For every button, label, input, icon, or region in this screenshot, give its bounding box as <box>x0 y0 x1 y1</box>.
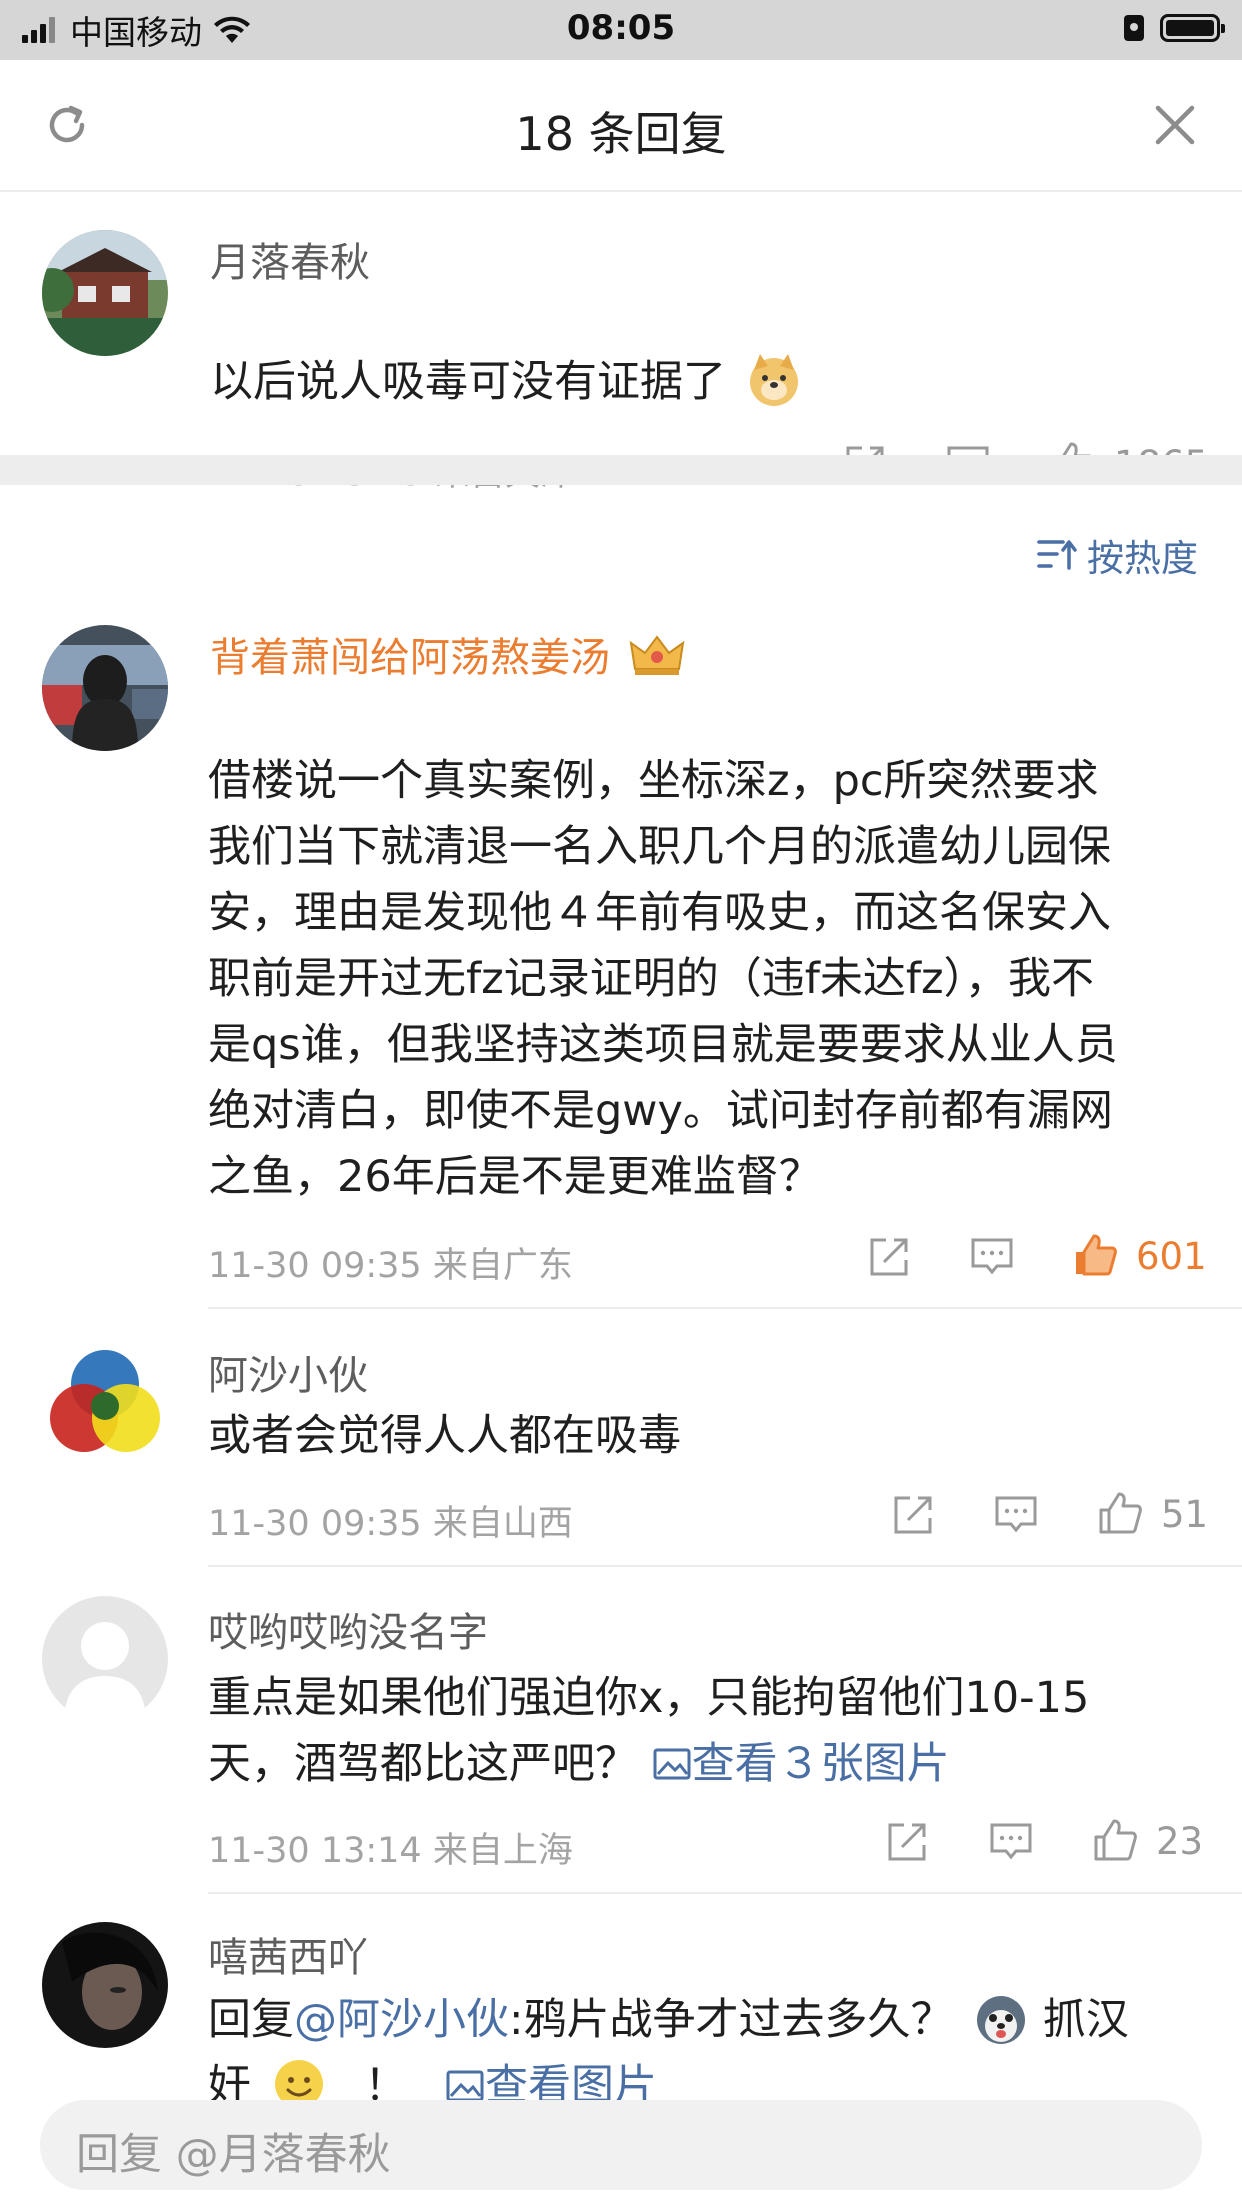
comment-timestamp: 11-30 09:35 来自山西 <box>208 1504 573 1544</box>
like-icon-active[interactable] <box>1072 1232 1118 1278</box>
status-bar: 中国移动 08:05 <box>0 0 1242 60</box>
comment-icon[interactable] <box>993 1492 1039 1538</box>
husky-emoji-icon <box>977 1996 1026 2044</box>
comment-line: 回复@阿沙小伙:鸦片战争才过去多久？ 抓汉 <box>208 1987 1218 2053</box>
comment-line: 职前是开过无fz记录证明的（违f未达fz），我不 <box>208 954 1095 1004</box>
doge-emoji-icon <box>749 354 798 406</box>
comment-line: 重点是如果他们强迫你x，只能拘留他们10-15 <box>208 1673 1090 1723</box>
comment-line: 绝对清白，即使不是gwy。试问封存前都有漏网 <box>208 1086 1113 1136</box>
comment-timestamp: 11-30 09:35 来自广东 <box>208 1246 573 1286</box>
divider <box>208 1892 1242 1894</box>
close-icon[interactable] <box>1152 102 1198 148</box>
section-divider <box>0 455 1242 485</box>
like-icon[interactable] <box>1097 1490 1143 1536</box>
avatar[interactable] <box>42 1338 168 1464</box>
comment-line-text: :鸦片战争才过去多久？ <box>509 1995 954 2045</box>
share-icon[interactable] <box>890 1492 936 1538</box>
comment-line: 借楼说一个真实案例，坐标深z，pc所突然要求 <box>208 756 1099 806</box>
share-icon[interactable] <box>884 1819 930 1865</box>
username[interactable]: 嘻茜西吖 <box>208 1925 368 1983</box>
like-icon[interactable] <box>1092 1817 1138 1863</box>
username-text: 背着萧闯给阿荡熬姜汤 <box>210 635 610 681</box>
divider <box>208 1565 1242 1567</box>
reply-input[interactable]: 回复 @月落春秋 <box>40 2100 1202 2190</box>
like-count: 601 <box>1136 1235 1207 1278</box>
clock: 08:05 <box>566 8 676 48</box>
username[interactable]: 哎哟哎哟没名字 <box>208 1600 488 1658</box>
divider <box>208 1307 1242 1309</box>
like-count: 51 <box>1161 1493 1209 1536</box>
sheet-header: 18 条回复 <box>0 60 1242 192</box>
battery-icon <box>1160 14 1225 42</box>
comment-text: 或者会觉得人人都在吸毒 <box>208 1411 681 1461</box>
username[interactable]: 背着萧闯给阿荡熬姜汤 <box>210 625 685 683</box>
comment-text: 重点是如果他们强迫你x，只能拘留他们10-15 天，酒驾都比这严吧？ 查看３张图… <box>208 1665 1218 1797</box>
like-count: 23 <box>1156 1820 1204 1863</box>
mention-link[interactable]: @阿沙小伙 <box>294 1995 509 2045</box>
crown-badge-icon <box>629 635 685 675</box>
comment-line-text: 天，酒驾都比这严吧？ <box>208 1739 638 1789</box>
reply-input-placeholder: 回复 @月落春秋 <box>76 2130 391 2180</box>
reply-prefix: 回复 <box>208 1995 294 2045</box>
image-icon <box>446 2070 484 2102</box>
share-icon[interactable] <box>866 1234 912 1280</box>
comment-line: 是qs谁，但我坚持这类项目就是要要求从业人员 <box>208 1020 1118 1070</box>
username[interactable]: 阿沙小伙 <box>208 1343 368 1401</box>
comment-text: 以后说人吸毒可没有证据了 <box>210 352 802 408</box>
sort-icon <box>1037 540 1077 570</box>
avatar[interactable] <box>42 1596 168 1722</box>
comment-line: 之鱼，26年后是不是更难监督？ <box>208 1152 822 1202</box>
comment-line: 我们当下就清退一名入职几个月的派遣幼儿园保 <box>208 822 1111 872</box>
comment-line: 天，酒驾都比这严吧？ 查看３张图片 <box>208 1731 1218 1797</box>
avatar[interactable] <box>42 230 168 356</box>
image-icon <box>653 1748 691 1780</box>
comment-timestamp: 11-30 13:14 来自上海 <box>208 1831 573 1871</box>
view-images-link[interactable]: 查看３张图片 <box>652 1739 950 1789</box>
comment-icon[interactable] <box>969 1234 1015 1280</box>
avatar[interactable] <box>42 625 168 751</box>
page-title: 18 条回复 <box>515 107 727 161</box>
comment-text: 借楼说一个真实案例，坐标深z，pc所突然要求 我们当下就清退一名入职几个月的派遣… <box>208 748 1208 1210</box>
comment-line-text: 抓汉 <box>1042 1995 1129 2045</box>
avatar[interactable] <box>42 1922 168 2048</box>
view-images-label: 查看３张图片 <box>691 1739 950 1789</box>
comment-text-body: 以后说人吸毒可没有证据了 <box>210 357 726 407</box>
sort-label: 按热度 <box>1087 537 1198 580</box>
replies-sheet: 18 条回复 月落春秋 以后说人吸毒可没有证据了 按热度 背着萧闯给阿荡熬姜汤 … <box>0 60 1242 2208</box>
comment-line: 安，理由是发现他４年前有吸史，而这名保安入 <box>208 888 1111 938</box>
username[interactable]: 月落春秋 <box>210 230 370 288</box>
orientation-lock-icon <box>1124 15 1144 41</box>
sort-toggle[interactable]: 按热度 <box>1037 528 1198 582</box>
comment-icon[interactable] <box>988 1819 1034 1865</box>
